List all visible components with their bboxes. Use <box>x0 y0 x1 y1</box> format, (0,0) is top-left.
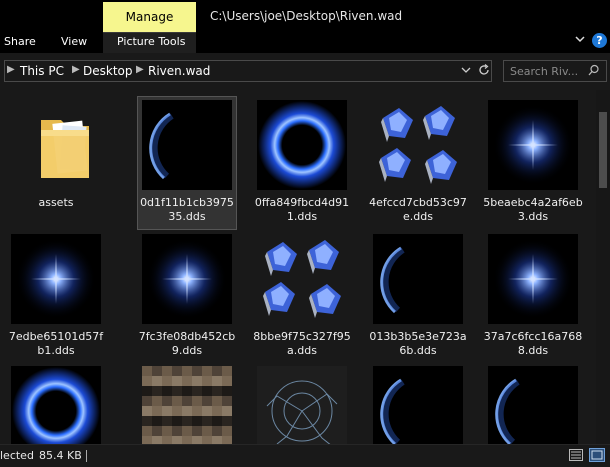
file-name-label: 5beaebc4a2af6eb3.dds <box>483 196 583 223</box>
folder-icon[interactable] <box>11 100 101 190</box>
thumbnail[interactable] <box>257 366 347 444</box>
file-grid: assets 0d1f11b1cb397535.dds 0ffa849fbcd4d9… <box>0 90 596 444</box>
file-name-label: 37a7c6fcc16a7688.dds <box>483 330 583 357</box>
breadcrumb-riven-wad[interactable]: Riven.wad <box>148 64 210 78</box>
thumbnail[interactable] <box>488 234 578 324</box>
refresh-icon[interactable] <box>478 63 490 80</box>
thumbnail[interactable] <box>373 234 463 324</box>
thumbnail[interactable] <box>257 234 347 324</box>
thumbnail[interactable] <box>11 366 101 444</box>
breadcrumb-separator-icon[interactable]: ▶ <box>136 64 144 75</box>
file-name-label: assets <box>38 196 74 209</box>
status-divider <box>86 450 87 462</box>
breadcrumb-this-pc[interactable]: This PC <box>20 64 64 78</box>
thumbnail[interactable] <box>142 366 232 444</box>
file-name-label: 7fc3fe08db452cb9.dds <box>138 330 236 357</box>
file-name-label: 4efccd7cbd53c97e.dds <box>369 196 467 223</box>
file-name-label: 013b3b5e3e723a6b.dds <box>369 330 467 357</box>
status-selected: lected <box>0 449 34 462</box>
breadcrumb-separator-icon[interactable]: ▶ <box>72 64 80 75</box>
file-name-label: 0ffa849fbcd4d911.dds <box>254 196 350 223</box>
chevron-down-icon[interactable] <box>574 33 586 48</box>
details-view-icon[interactable] <box>569 449 583 464</box>
thumbnail[interactable] <box>11 234 101 324</box>
file-name-label: 7edbe65101d57fb1.dds <box>8 330 104 357</box>
help-icon[interactable]: ? <box>592 33 607 48</box>
file-name-label: 8bbe9f75c327f95a.dds <box>253 330 351 357</box>
ribbon <box>0 0 610 53</box>
tab-share[interactable]: Share <box>4 35 36 48</box>
thumbnail[interactable] <box>142 100 232 190</box>
tab-picture-tools[interactable]: Picture Tools <box>117 35 185 48</box>
search-placeholder[interactable]: Search Riv... <box>510 65 578 78</box>
thumbnail[interactable] <box>257 100 347 190</box>
address-dropdown-icon[interactable] <box>461 64 471 79</box>
thumbnail[interactable] <box>373 366 463 444</box>
tab-view[interactable]: View <box>61 35 87 48</box>
thumbnail[interactable] <box>373 100 463 190</box>
thumbnail[interactable] <box>488 366 578 444</box>
search-icon[interactable] <box>588 64 600 79</box>
breadcrumb-desktop[interactable]: Desktop <box>83 64 133 78</box>
large-icons-view-icon[interactable] <box>589 448 605 465</box>
breadcrumb-arrow-icon[interactable]: ▶ <box>7 64 15 75</box>
scrollbar-thumb[interactable] <box>599 112 607 188</box>
status-size: 85.4 KB <box>39 449 82 462</box>
tab-manage[interactable]: Manage <box>103 2 196 32</box>
thumbnail[interactable] <box>488 100 578 190</box>
thumbnail[interactable] <box>142 234 232 324</box>
file-name-label: 0d1f11b1cb397535.dds <box>140 196 234 223</box>
status-bar <box>0 444 610 467</box>
window-title: C:\Users\joe\Desktop\Riven.wad <box>210 9 403 23</box>
